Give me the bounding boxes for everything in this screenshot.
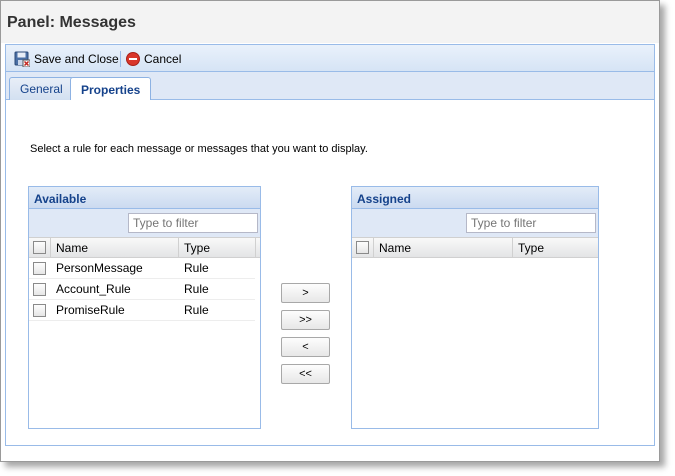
available-filter-bar: [29, 209, 260, 237]
remove-all-button[interactable]: <<: [281, 364, 330, 384]
cancel-label: Cancel: [144, 52, 182, 66]
available-col-name[interactable]: Name: [56, 238, 88, 257]
window-title: Panel: Messages: [7, 14, 136, 31]
column-separator: [373, 238, 374, 257]
row-checkbox[interactable]: [33, 262, 46, 275]
available-filter-input[interactable]: [128, 213, 258, 233]
add-selected-button[interactable]: >: [281, 283, 330, 303]
available-panel: Available Name Type PersonMessage Rule A…: [28, 186, 261, 429]
row-type: Rule: [184, 282, 209, 296]
assigned-filter-input[interactable]: [466, 213, 596, 233]
tab-general[interactable]: General: [9, 77, 74, 100]
available-row[interactable]: Account_Rule Rule: [29, 279, 255, 300]
available-header: Available: [29, 187, 260, 209]
column-separator: [255, 238, 256, 257]
tab-strip: General Properties: [5, 72, 655, 101]
assigned-select-all-checkbox[interactable]: [356, 241, 369, 254]
toolbar: Save and Close Cancel: [5, 44, 655, 72]
save-close-icon: [14, 51, 31, 68]
add-all-button[interactable]: >>: [281, 310, 330, 330]
properties-content: Select a rule for each message or messag…: [5, 100, 655, 446]
title-bar: Panel: Messages: [1, 1, 659, 43]
row-name: PromiseRule: [56, 303, 125, 317]
panel-window: Panel: Messages Save and Close Cancel Ge…: [0, 0, 660, 462]
assigned-col-name[interactable]: Name: [379, 238, 411, 257]
column-separator: [512, 238, 513, 257]
cancel-icon: [126, 52, 140, 66]
assigned-header: Assigned: [352, 187, 598, 209]
available-col-type[interactable]: Type: [184, 238, 210, 257]
column-separator: [178, 238, 179, 257]
available-select-all-checkbox[interactable]: [33, 241, 46, 254]
row-type: Rule: [184, 303, 209, 317]
available-grid-header: Name Type: [29, 237, 260, 258]
available-row[interactable]: PromiseRule Rule: [29, 300, 255, 321]
assigned-col-type[interactable]: Type: [518, 238, 544, 257]
column-separator: [50, 238, 51, 257]
remove-selected-button[interactable]: <: [281, 337, 330, 357]
assigned-filter-bar: [352, 209, 598, 237]
save-and-close-button[interactable]: Save and Close: [12, 49, 121, 69]
row-name: Account_Rule: [56, 282, 131, 296]
cancel-button[interactable]: Cancel: [124, 49, 183, 69]
available-row[interactable]: PersonMessage Rule: [29, 258, 255, 279]
toolbar-separator: [120, 51, 121, 67]
tab-properties[interactable]: Properties: [70, 77, 152, 101]
assigned-grid-header: Name Type: [352, 237, 598, 258]
row-checkbox[interactable]: [33, 304, 46, 317]
row-name: PersonMessage: [56, 261, 143, 275]
row-type: Rule: [184, 261, 209, 275]
instruction-text: Select a rule for each message or messag…: [30, 143, 368, 155]
assigned-panel: Assigned Name Type: [351, 186, 599, 429]
row-checkbox[interactable]: [33, 283, 46, 296]
save-and-close-label: Save and Close: [34, 52, 119, 66]
